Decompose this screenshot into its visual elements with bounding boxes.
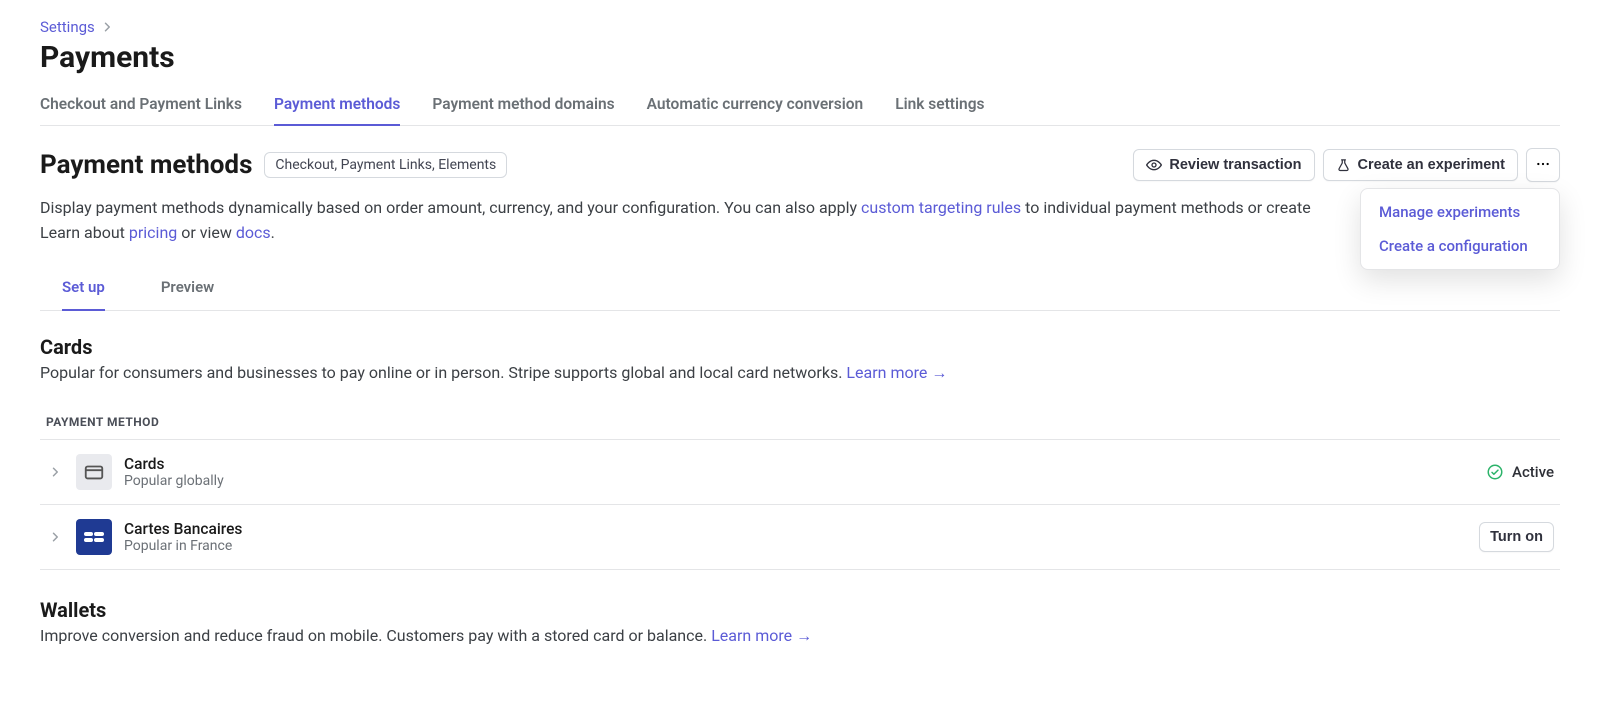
arrow-right-icon: →	[931, 363, 947, 382]
payment-method-sub: Popular globally	[124, 473, 224, 489]
card-icon	[76, 454, 112, 490]
main-tabs: Checkout and Payment Links Payment metho…	[40, 89, 1560, 126]
tab-automatic-currency[interactable]: Automatic currency conversion	[647, 89, 864, 125]
create-experiment-label: Create an experiment	[1358, 157, 1505, 173]
wallets-group-desc: Improve conversion and reduce fraud on m…	[40, 626, 1560, 646]
tab-checkout-links[interactable]: Checkout and Payment Links	[40, 89, 242, 125]
review-transaction-label: Review transaction	[1169, 157, 1301, 173]
page-title: Payments	[40, 40, 1560, 75]
cartes-bancaires-icon	[76, 519, 112, 555]
cards-group-desc: Popular for consumers and businesses to …	[40, 363, 1560, 383]
turn-on-button[interactable]: Turn on	[1479, 522, 1554, 552]
expand-row-button[interactable]	[46, 466, 64, 478]
docs-link[interactable]: docs	[236, 223, 271, 242]
flask-icon	[1336, 158, 1351, 173]
chevron-right-icon	[101, 21, 113, 33]
sub-tabs: Set up Preview	[40, 268, 1560, 311]
status-label: Active	[1512, 463, 1554, 481]
more-actions-button[interactable]	[1526, 148, 1560, 182]
breadcrumb: Settings	[40, 18, 1560, 36]
custom-targeting-rules-link[interactable]: custom targeting rules	[861, 198, 1021, 217]
header-actions: Review transaction Create an experiment …	[1133, 148, 1560, 182]
create-experiment-button[interactable]: Create an experiment	[1323, 149, 1518, 181]
config-badge: Checkout, Payment Links, Elements	[264, 152, 507, 178]
subtab-preview[interactable]: Preview	[161, 268, 214, 310]
tab-link-settings[interactable]: Link settings	[895, 89, 984, 125]
cards-learn-more-link[interactable]: Learn more →	[846, 363, 947, 382]
dropdown-manage-experiments[interactable]: Manage experiments	[1361, 195, 1559, 229]
status-active: Active	[1486, 463, 1554, 481]
table-header: PAYMENT METHOD	[40, 405, 1560, 440]
payment-method-name: Cartes Bancaires	[124, 520, 242, 538]
expand-row-button[interactable]	[46, 531, 64, 543]
payment-method-name: Cards	[124, 455, 224, 473]
more-horizontal-icon	[1535, 156, 1551, 175]
arrow-right-icon: →	[796, 626, 812, 645]
tab-payment-methods[interactable]: Payment methods	[274, 89, 400, 125]
pricing-link[interactable]: pricing	[129, 223, 177, 242]
section-title: Payment methods	[40, 150, 252, 180]
table-row: Cartes Bancaires Popular in France Turn …	[40, 505, 1560, 570]
review-transaction-button[interactable]: Review transaction	[1133, 149, 1314, 181]
tab-payment-method-domains[interactable]: Payment method domains	[432, 89, 614, 125]
dropdown-create-configuration[interactable]: Create a configuration	[1361, 229, 1559, 263]
table-row: Cards Popular globally Active	[40, 440, 1560, 505]
section-description: Display payment methods dynamically base…	[40, 196, 1560, 246]
wallets-group-title: Wallets	[40, 598, 1560, 622]
eye-icon	[1146, 157, 1162, 173]
subtab-setup[interactable]: Set up	[62, 268, 105, 310]
payment-method-sub: Popular in France	[124, 538, 242, 554]
wallets-learn-more-link[interactable]: Learn more →	[711, 626, 812, 645]
more-actions-dropdown: Manage experiments Create a configuratio…	[1360, 188, 1560, 270]
breadcrumb-settings-link[interactable]: Settings	[40, 18, 95, 36]
check-circle-icon	[1486, 463, 1504, 481]
cards-group-title: Cards	[40, 335, 1560, 359]
